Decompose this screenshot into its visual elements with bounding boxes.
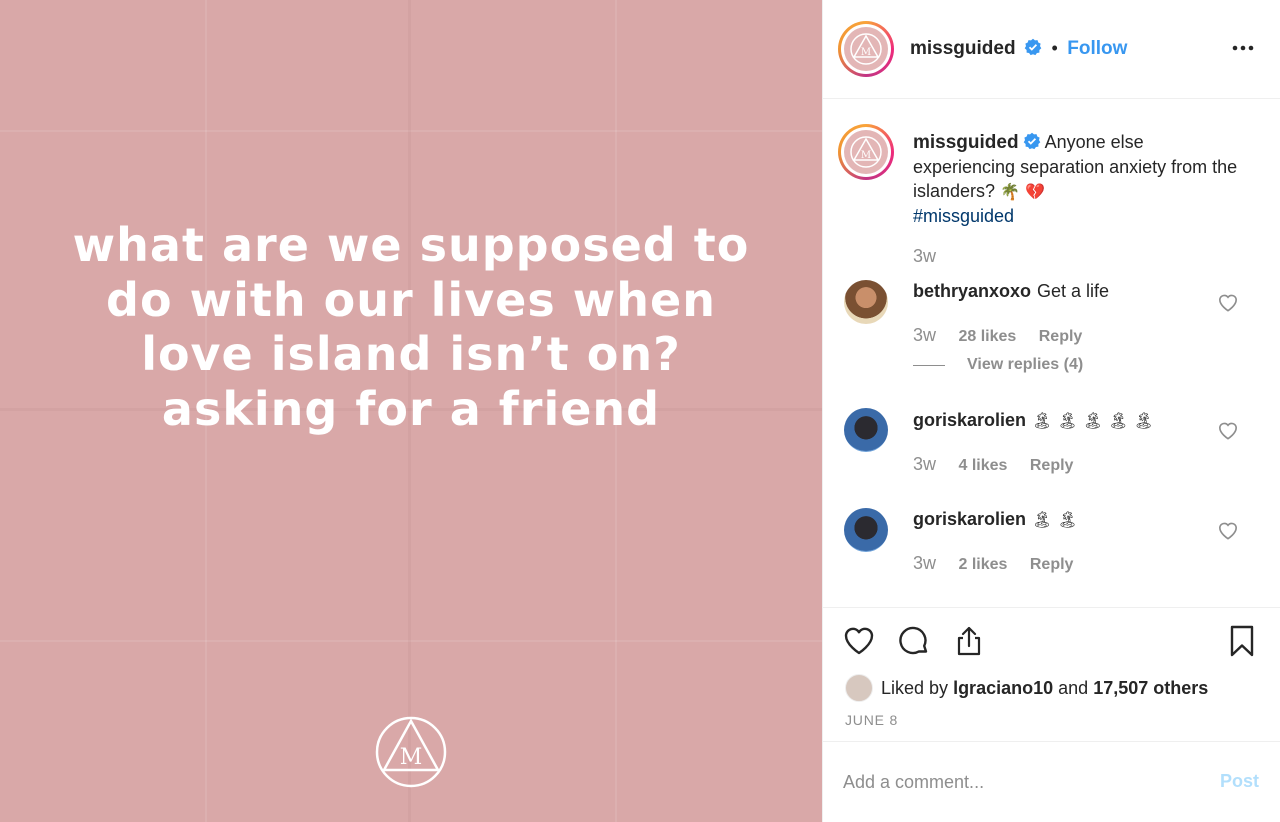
comment-meta: 3w 4 likes Reply bbox=[913, 454, 1073, 475]
comment-icon[interactable] bbox=[897, 624, 931, 658]
heart-icon[interactable] bbox=[1217, 520, 1239, 540]
comment-meta: 3w 2 likes Reply bbox=[913, 553, 1073, 574]
heart-icon[interactable] bbox=[1217, 292, 1239, 312]
post-actions: Liked by lgraciano10 and 17,507 others J… bbox=[823, 607, 1280, 757]
hashtag-link[interactable]: #missguided bbox=[913, 206, 1014, 226]
replies-divider bbox=[913, 364, 945, 366]
avatar[interactable]: M bbox=[838, 21, 894, 77]
post-header: M missguided • Follow bbox=[823, 0, 1280, 99]
comment-time[interactable]: 3w bbox=[913, 325, 936, 345]
svg-text:M: M bbox=[861, 150, 871, 161]
avatar[interactable] bbox=[845, 674, 873, 702]
caption-emojis: 🌴 💔 bbox=[1000, 182, 1045, 201]
comment-time[interactable]: 3w bbox=[913, 553, 936, 573]
post-date[interactable]: JUNE 8 bbox=[845, 712, 898, 728]
bookmark-icon[interactable] bbox=[1225, 624, 1259, 658]
caption: missguided Anyone else experiencing sepa… bbox=[913, 130, 1243, 228]
svg-text:M: M bbox=[400, 745, 423, 770]
post-button[interactable]: Post bbox=[1220, 771, 1259, 792]
brand-logo-icon: M bbox=[850, 136, 882, 168]
comments-list[interactable]: M missguided Anyone else experiencing se… bbox=[823, 100, 1280, 606]
comment-username[interactable]: goriskarolien bbox=[913, 410, 1026, 430]
svg-text:M: M bbox=[861, 47, 871, 58]
brand-logo-icon: M bbox=[375, 716, 447, 788]
liked-by: Liked by lgraciano10 and 17,507 others bbox=[845, 674, 1208, 702]
caption-username[interactable]: missguided bbox=[913, 132, 1019, 153]
comment-time[interactable]: 3w bbox=[913, 454, 936, 474]
liked-by-and: and bbox=[1058, 677, 1089, 698]
avatar[interactable]: M bbox=[838, 124, 894, 180]
comment-input[interactable] bbox=[843, 768, 1183, 796]
post-side-panel: M missguided • Follow M missguided Anyon… bbox=[822, 0, 1280, 822]
follow-button[interactable]: Follow bbox=[1067, 38, 1127, 59]
paper-fold-line bbox=[0, 640, 822, 642]
caption-time[interactable]: 3w bbox=[913, 246, 936, 267]
verified-badge-icon bbox=[1024, 38, 1042, 56]
post-image[interactable]: what are we supposed to do with our live… bbox=[0, 0, 822, 822]
add-comment-bar: Post bbox=[823, 741, 1280, 822]
comment-likes[interactable]: 28 likes bbox=[958, 328, 1016, 345]
comment-likes[interactable]: 2 likes bbox=[958, 556, 1007, 573]
likes-count[interactable]: 17,507 others bbox=[1093, 678, 1208, 699]
heart-icon[interactable] bbox=[1217, 420, 1239, 440]
paper-fold-line bbox=[0, 130, 822, 132]
view-replies[interactable]: View replies (4) bbox=[913, 356, 1083, 374]
reply-button[interactable]: Reply bbox=[1030, 457, 1074, 474]
comment-username[interactable]: bethryanxoxo bbox=[913, 281, 1031, 301]
post-quote-text: what are we supposed to do with our live… bbox=[72, 218, 750, 436]
comment-text: 🏝 🏝 bbox=[1032, 510, 1078, 529]
heart-icon[interactable] bbox=[842, 624, 876, 658]
comment-text: Get a life bbox=[1037, 281, 1110, 301]
verified-badge-icon bbox=[1023, 132, 1040, 150]
liked-by-prefix: Liked by bbox=[881, 677, 949, 698]
avatar[interactable] bbox=[844, 408, 888, 452]
more-options-icon[interactable] bbox=[1231, 38, 1255, 58]
header-user-row: missguided • Follow bbox=[910, 38, 1127, 60]
comment-username[interactable]: goriskarolien bbox=[913, 509, 1026, 529]
brand-logo-icon: M bbox=[850, 33, 882, 65]
reply-button[interactable]: Reply bbox=[1030, 556, 1074, 573]
liked-by-user[interactable]: lgraciano10 bbox=[953, 678, 1053, 699]
view-replies-label[interactable]: View replies (4) bbox=[967, 356, 1083, 374]
comment-text: 🏝 🏝 🏝 🏝 🏝 bbox=[1032, 411, 1154, 430]
reply-button[interactable]: Reply bbox=[1039, 328, 1083, 345]
avatar[interactable] bbox=[844, 280, 888, 324]
comment: goriskarolien 🏝 🏝 bbox=[913, 509, 1078, 530]
separator-dot: • bbox=[1051, 38, 1058, 58]
header-username[interactable]: missguided bbox=[910, 38, 1016, 59]
comment: bethryanxoxo Get a life bbox=[913, 281, 1109, 302]
share-icon[interactable] bbox=[952, 624, 986, 658]
comment-likes[interactable]: 4 likes bbox=[958, 457, 1007, 474]
avatar[interactable] bbox=[844, 508, 888, 552]
comment-meta: 3w 28 likes Reply bbox=[913, 325, 1082, 346]
comment: goriskarolien 🏝 🏝 🏝 🏝 🏝 bbox=[913, 410, 1154, 431]
